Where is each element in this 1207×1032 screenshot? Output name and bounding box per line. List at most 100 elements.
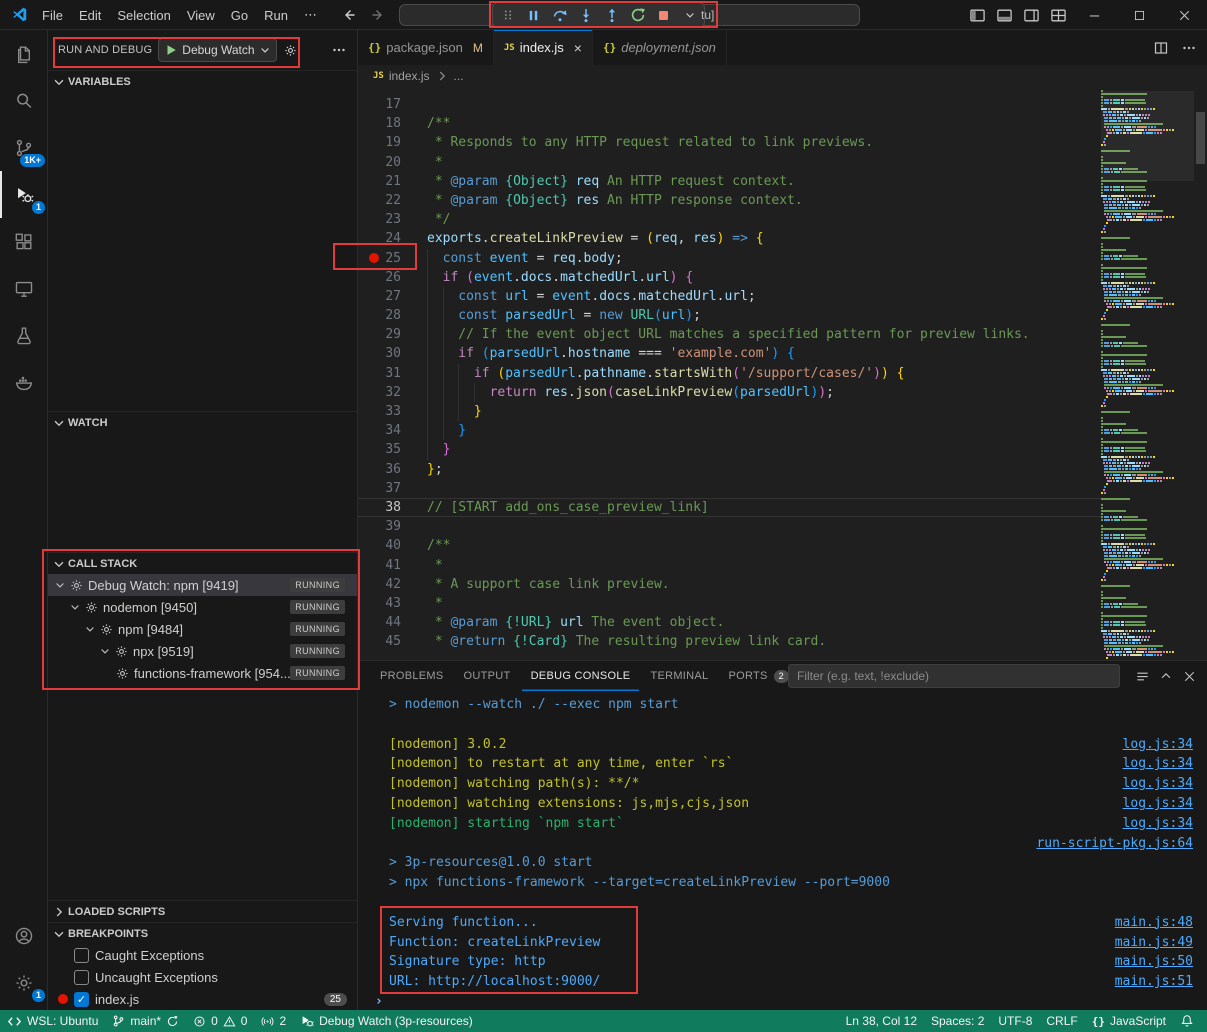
menu-selection[interactable]: Selection <box>109 8 178 23</box>
section-call-stack[interactable]: CALL STACK <box>48 552 357 574</box>
scrollbar-thumb[interactable] <box>1196 112 1205 164</box>
language-mode[interactable]: {}JavaScript <box>1085 1010 1173 1032</box>
menu-edit[interactable]: Edit <box>71 8 109 23</box>
chevron-down-icon[interactable] <box>69 601 83 613</box>
toggle-sidebar-button[interactable] <box>964 0 991 30</box>
step-out-button[interactable] <box>599 4 624 26</box>
gutter-line-number[interactable]: 45 <box>358 632 427 651</box>
gutter-line-number[interactable]: 39 <box>358 517 427 536</box>
breakpoint-row[interactable]: Uncaught Exceptions <box>48 966 357 988</box>
code-line[interactable]: // [START add_ons_case_preview_link] <box>427 498 1101 517</box>
code-line[interactable]: exports.createLinkPreview = (req, res) =… <box>427 229 1101 248</box>
breadcrumb-symbol[interactable]: ... <box>454 69 464 83</box>
code-line[interactable]: * <box>427 556 1101 575</box>
close-button[interactable] <box>1162 0 1207 30</box>
gutter-line-number[interactable]: 37 <box>358 479 427 498</box>
menu-more[interactable]: ⋯ <box>296 7 325 23</box>
activity-extensions[interactable] <box>0 218 48 265</box>
code-content[interactable]: /** * Responds to any HTTP request relat… <box>427 95 1101 651</box>
drag-handle-button[interactable] <box>495 4 520 26</box>
menu-run[interactable]: Run <box>256 8 296 23</box>
call-stack-row[interactable]: nodemon [9450]RUNNING <box>48 596 357 618</box>
cursor-position[interactable]: Ln 38, Col 12 <box>839 1010 924 1032</box>
breakpoint-row[interactable]: Caught Exceptions <box>48 944 357 966</box>
code-line[interactable]: if (parsedUrl.hostname === 'example.com'… <box>427 344 1101 363</box>
code-line[interactable] <box>427 95 1101 114</box>
code-line[interactable]: * <box>427 594 1101 613</box>
console-prompt-icon[interactable]: › <box>375 992 383 1012</box>
gutter-line-number[interactable]: 40 <box>358 536 427 555</box>
source-link[interactable]: main.js:51 <box>1103 972 1193 992</box>
source-link[interactable]: log.js:34 <box>1111 754 1193 774</box>
panel-tab-terminal[interactable]: TERMINAL <box>641 661 717 691</box>
gutter-line-number[interactable]: 35 <box>358 440 427 459</box>
start-debug-icon[interactable] <box>164 43 178 57</box>
customize-layout-button[interactable] <box>1045 0 1072 30</box>
activity-remote-explorer[interactable] <box>0 265 48 312</box>
gutter-line-number[interactable]: 36 <box>358 460 427 479</box>
activity-search[interactable] <box>0 77 48 124</box>
panel-tab-problems[interactable]: PROBLEMS <box>371 661 453 691</box>
gutter-line-number[interactable]: 34 <box>358 421 427 440</box>
breakpoint-dot-icon[interactable] <box>369 253 379 263</box>
code-line[interactable]: if (event.docs.matchedUrl.url) { <box>427 268 1101 287</box>
gutter-line-number[interactable]: 18 <box>358 114 427 133</box>
gutter-line-number[interactable]: 22 <box>358 191 427 210</box>
gutter-line-number[interactable]: 41 <box>358 556 427 575</box>
debug-status[interactable]: Debug Watch (3p-resources) <box>293 1010 480 1032</box>
menu-file[interactable]: File <box>34 8 71 23</box>
code-line[interactable]: * A support case link preview. <box>427 575 1101 594</box>
activity-settings[interactable]: 1 <box>0 959 48 1006</box>
launch-config-dropdown[interactable]: Debug Watch <box>158 38 276 62</box>
console-filter-input[interactable] <box>788 664 1120 688</box>
panel-tab-output[interactable]: OUTPUT <box>455 661 520 691</box>
gutter-line-number[interactable]: 33 <box>358 402 427 421</box>
editor-gutter[interactable]: 1718192021222324252627282930313233343536… <box>358 95 427 651</box>
toggle-secondary-sidebar-button[interactable] <box>1018 0 1045 30</box>
sidebar-more-icon[interactable] <box>331 42 347 58</box>
code-line[interactable]: return res.json(caseLinkPreview(parsedUr… <box>427 383 1101 402</box>
section-watch[interactable]: WATCH <box>48 411 357 433</box>
tab-index.js[interactable]: JSindex.js× <box>494 30 593 65</box>
gutter-line-number[interactable]: 21 <box>358 172 427 191</box>
editor-more-icon[interactable] <box>1181 40 1197 56</box>
split-editor-icon[interactable] <box>1153 40 1169 56</box>
gutter-line-number[interactable]: 23 <box>358 210 427 229</box>
gutter-line-number[interactable]: 32 <box>358 383 427 402</box>
activity-accounts[interactable] <box>0 912 48 959</box>
code-line[interactable]: * @param {Object} req An HTTP request co… <box>427 172 1101 191</box>
code-line[interactable]: * <box>427 153 1101 172</box>
call-stack-row[interactable]: npm [9484]RUNNING <box>48 618 357 640</box>
breakpoint-row[interactable]: ✓index.js25 <box>48 988 357 1010</box>
code-line[interactable]: }; <box>427 460 1101 479</box>
editor-scrollbar[interactable] <box>1194 87 1207 660</box>
code-line[interactable]: * @return {!Card} The resulting preview … <box>427 632 1101 651</box>
problems-status[interactable]: 00 <box>186 1010 254 1032</box>
code-line[interactable]: if (parsedUrl.pathname.startsWith('/supp… <box>427 364 1101 383</box>
ports-status[interactable]: 2 <box>254 1010 293 1032</box>
menu-go[interactable]: Go <box>223 8 256 23</box>
chevron-down-icon[interactable] <box>54 579 68 591</box>
code-line[interactable]: */ <box>427 210 1101 229</box>
gutter-line-number[interactable]: 24 <box>358 229 427 248</box>
indentation[interactable]: Spaces: 2 <box>924 1010 991 1032</box>
tab-package.json[interactable]: {}package.jsonM <box>358 30 494 65</box>
source-link[interactable]: log.js:34 <box>1111 794 1193 814</box>
gutter-line-number[interactable]: 43 <box>358 594 427 613</box>
gutter-line-number[interactable]: 17 <box>358 95 427 114</box>
source-link[interactable]: log.js:34 <box>1111 814 1193 834</box>
code-line[interactable]: } <box>427 402 1101 421</box>
breakpoint-checkbox[interactable]: ✓ <box>74 992 89 1007</box>
code-line[interactable]: * @param {!URL} url The event object. <box>427 613 1101 632</box>
source-link[interactable]: log.js:34 <box>1111 774 1193 794</box>
source-link[interactable]: main.js:49 <box>1103 933 1193 953</box>
restart-button[interactable] <box>625 4 650 26</box>
panel-tab-ports[interactable]: PORTS2 <box>719 661 798 691</box>
remote-indicator[interactable]: WSL: Ubuntu <box>0 1010 105 1032</box>
activity-explorer[interactable] <box>0 30 48 77</box>
code-editor[interactable]: 1718192021222324252627282930313233343536… <box>358 87 1207 660</box>
panel-menu-icon[interactable] <box>1135 669 1150 684</box>
code-line[interactable]: * @param {Object} res An HTTP response c… <box>427 191 1101 210</box>
panel-tab-debug-console[interactable]: DEBUG CONSOLE <box>522 661 640 691</box>
chevron-down-icon[interactable] <box>99 645 113 657</box>
